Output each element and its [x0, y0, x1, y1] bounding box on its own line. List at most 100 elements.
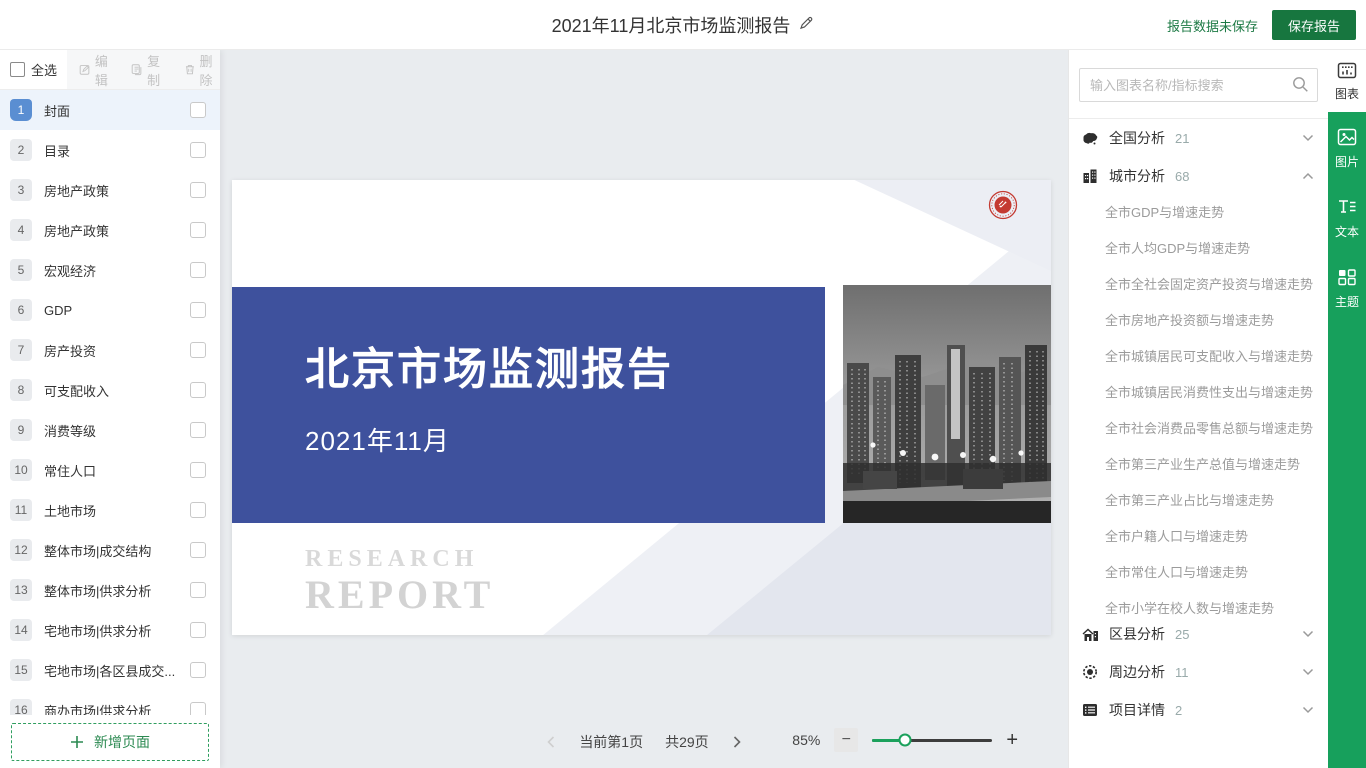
add-page-button[interactable]: 新增页面	[11, 723, 209, 761]
section-surrounding-analysis[interactable]: 周边分析 11	[1069, 653, 1328, 691]
page-checkbox[interactable]	[190, 702, 206, 715]
chart-item[interactable]: 全市城镇居民消费性支出与增速走势	[1069, 375, 1328, 411]
chart-item[interactable]: 全市房地产投资额与增速走势	[1069, 303, 1328, 339]
chart-panel-icon	[1337, 61, 1357, 82]
page-checkbox[interactable]	[190, 542, 206, 558]
page-label: 宅地市场|各区县成交...	[44, 661, 178, 680]
chevron-down-icon[interactable]	[1302, 668, 1314, 676]
next-page-icon[interactable]	[731, 735, 743, 749]
page-list-item[interactable]: 13整体市场|供求分析	[0, 570, 220, 610]
slide-preview[interactable]: 北京市场监测报告 2021年11月	[232, 180, 1051, 635]
chart-item[interactable]: 全市GDP与增速走势	[1069, 195, 1328, 231]
page-list-item[interactable]: 16商办市场|供求分析	[0, 690, 220, 715]
section-district-analysis[interactable]: 区县分析 25	[1069, 615, 1328, 653]
chart-item[interactable]: 全市户籍人口与增速走势	[1069, 519, 1328, 555]
page-checkbox[interactable]	[190, 422, 206, 438]
chart-item[interactable]: 全市第三产业生产总值与增速走势	[1069, 447, 1328, 483]
report-title: 2021年11月北京市场监测报告	[552, 12, 791, 38]
slide-title: 北京市场监测报告	[305, 333, 825, 397]
surrounding-radar-icon	[1081, 664, 1099, 680]
chevron-up-icon[interactable]	[1302, 172, 1314, 180]
zoom-out-button[interactable]: −	[834, 728, 858, 752]
page-list-item[interactable]: 5宏观经济	[0, 250, 220, 290]
chart-item[interactable]: 全市社会消费品零售总额与增速走势	[1069, 411, 1328, 447]
section-label: 周边分析	[1109, 662, 1165, 682]
tab-text-label: 文本	[1335, 223, 1359, 240]
chart-item[interactable]: 全市城镇居民可支配收入与增速走势	[1069, 339, 1328, 375]
tab-text[interactable]: 文本	[1335, 198, 1359, 240]
page-checkbox[interactable]	[190, 262, 206, 278]
page-checkbox[interactable]	[190, 102, 206, 118]
chart-item[interactable]: 全市第三产业占比与增速走势	[1069, 483, 1328, 519]
page-list-item[interactable]: 2目录	[0, 130, 220, 170]
unsaved-status: 报告数据未保存	[1167, 16, 1258, 35]
edit-title-icon[interactable]	[798, 15, 814, 36]
page-checkbox[interactable]	[190, 142, 206, 158]
section-project-details[interactable]: 项目详情 2	[1069, 691, 1328, 729]
page-number-badge: 12	[10, 539, 32, 561]
tab-charts[interactable]: 图表	[1328, 50, 1366, 112]
select-all-checkbox[interactable]	[10, 62, 25, 77]
page-checkbox[interactable]	[190, 182, 206, 198]
section-label: 区县分析	[1109, 624, 1165, 644]
page-checkbox[interactable]	[190, 462, 206, 478]
page-list-item[interactable]: 3房地产政策	[0, 170, 220, 210]
page-checkbox[interactable]	[190, 342, 206, 358]
page-checkbox[interactable]	[190, 582, 206, 598]
select-all-label: 全选	[31, 60, 57, 79]
page-list-item[interactable]: 4房地产政策	[0, 210, 220, 250]
chevron-down-icon[interactable]	[1302, 630, 1314, 638]
page-label: 宏观经济	[44, 261, 178, 280]
section-label: 全国分析	[1109, 128, 1165, 148]
page-list-item[interactable]: 7房产投资	[0, 330, 220, 370]
page-checkbox[interactable]	[190, 622, 206, 638]
page-list-item[interactable]: 1封面	[0, 90, 220, 130]
chart-item[interactable]: 全市小学在校人数与增速走势	[1069, 591, 1328, 615]
prev-page-icon[interactable]	[545, 735, 557, 749]
chevron-down-icon[interactable]	[1302, 706, 1314, 714]
zoom-slider-handle[interactable]	[898, 734, 911, 747]
chart-item[interactable]: 全市常住人口与增速走势	[1069, 555, 1328, 591]
tab-theme-label: 主题	[1335, 293, 1359, 310]
copy-page-button[interactable]: 复制	[131, 51, 167, 89]
page-checkbox[interactable]	[190, 502, 206, 518]
page-label: 房地产政策	[44, 221, 178, 240]
page-number-badge: 11	[10, 499, 32, 521]
page-checkbox[interactable]	[190, 382, 206, 398]
section-national-analysis[interactable]: 全国分析 21	[1069, 119, 1328, 157]
page-number-badge: 15	[10, 659, 32, 681]
page-checkbox[interactable]	[190, 662, 206, 678]
section-count: 68	[1175, 169, 1189, 184]
page-checkbox[interactable]	[190, 222, 206, 238]
chart-item[interactable]: 全市人均GDP与增速走势	[1069, 231, 1328, 267]
zoom-in-button[interactable]: +	[1006, 730, 1018, 750]
edit-page-button[interactable]: 编辑	[79, 51, 115, 89]
page-list-sidebar: 全选 编辑 复制 删除 1封面 2目录 3房地产政策 4房地产政策 5宏观经济 …	[0, 50, 220, 768]
edit-page-label: 编辑	[95, 51, 116, 89]
page-number-badge: 2	[10, 139, 32, 161]
page-list-item[interactable]: 6GDP	[0, 290, 220, 330]
tab-theme[interactable]: 主题	[1335, 268, 1359, 310]
zoom-slider[interactable]	[872, 739, 992, 742]
search-icon[interactable]	[1292, 76, 1309, 98]
select-all-control[interactable]: 全选	[0, 50, 67, 89]
page-list-item[interactable]: 12整体市场|成交结构	[0, 530, 220, 570]
page-checkbox[interactable]	[190, 302, 206, 318]
delete-page-button[interactable]: 删除	[184, 51, 220, 89]
slide-canvas: 北京市场监测报告 2021年11月	[220, 50, 1068, 768]
page-list-item[interactable]: 14宅地市场|供求分析	[0, 610, 220, 650]
section-city-analysis[interactable]: 城市分析 68	[1069, 157, 1328, 195]
page-list-item[interactable]: 8可支配收入	[0, 370, 220, 410]
save-report-button[interactable]: 保存报告	[1272, 10, 1356, 40]
chart-search-area	[1079, 68, 1318, 102]
chart-search-input[interactable]	[1079, 68, 1318, 102]
page-list-item[interactable]: 9消费等级	[0, 410, 220, 450]
chevron-down-icon[interactable]	[1302, 134, 1314, 142]
tab-images[interactable]: 图片	[1335, 128, 1359, 170]
city-buildings-icon	[1081, 168, 1099, 184]
page-list-item[interactable]: 11土地市场	[0, 490, 220, 530]
page-label: 整体市场|供求分析	[44, 581, 178, 600]
page-list-item[interactable]: 15 宅地市场|各区县成交...	[0, 650, 220, 690]
chart-item[interactable]: 全市全社会固定资产投资与增速走势	[1069, 267, 1328, 303]
page-list-item[interactable]: 10常住人口	[0, 450, 220, 490]
